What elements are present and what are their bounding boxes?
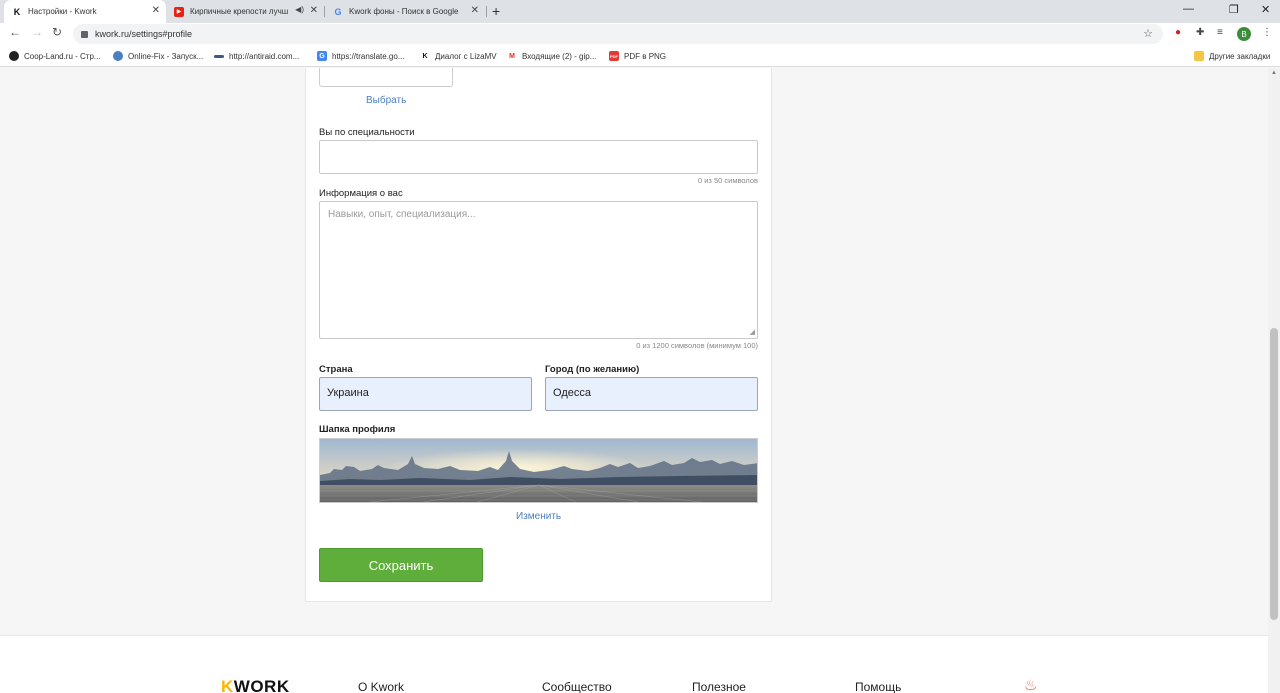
browser-toolbar: ← → ↻ kwork.ru/settings#profile ☆ ● ✚ ≡ … bbox=[0, 23, 1280, 45]
lock-icon bbox=[81, 30, 88, 38]
city-field[interactable]: Одесса bbox=[545, 377, 758, 411]
tab-youtube[interactable]: ▶ Кирпичные крепости лучш ◀) ✕ bbox=[166, 0, 324, 23]
extension-badge-icon[interactable]: ● bbox=[1175, 27, 1181, 38]
country-field[interactable]: Украина bbox=[319, 377, 532, 411]
footer-link-useful[interactable]: Полезное bbox=[692, 680, 746, 693]
bookmark-item[interactable]: Coop-Land.ru - Стр... bbox=[9, 50, 101, 62]
footer-link-about[interactable]: О Kwork bbox=[358, 680, 404, 693]
choose-avatar-link[interactable]: Выбрать bbox=[366, 95, 406, 106]
flame-icon: ♨ bbox=[1024, 677, 1038, 693]
city-label: Город (по желанию) bbox=[545, 364, 640, 375]
close-window-icon[interactable]: ✕ bbox=[1261, 3, 1270, 16]
google-icon: G bbox=[334, 6, 342, 17]
about-placeholder: Навыки, опыт, специализация... bbox=[328, 209, 476, 220]
url-text: kwork.ru/settings#profile bbox=[95, 29, 193, 39]
scrollbar-thumb[interactable] bbox=[1270, 328, 1278, 620]
site-footer: KWORK О Kwork Сообщество Полезное Помощь… bbox=[0, 635, 1268, 693]
antiraid-icon bbox=[214, 54, 224, 58]
bookmark-label: Coop-Land.ru - Стр... bbox=[24, 51, 101, 61]
specialty-label: Вы по специальности bbox=[319, 127, 415, 138]
specialty-input[interactable] bbox=[319, 140, 758, 174]
kwork-logo[interactable]: KWORK bbox=[221, 677, 290, 693]
resize-handle-icon[interactable]: ◢ bbox=[750, 328, 755, 336]
close-icon[interactable]: ✕ bbox=[471, 5, 479, 16]
coop-land-icon bbox=[9, 51, 19, 61]
tab-title: Настройки - Kwork bbox=[28, 7, 97, 16]
specialty-char-counter: 0 из 50 символов bbox=[697, 176, 758, 185]
reload-icon[interactable]: ↻ bbox=[52, 25, 62, 39]
country-label: Страна bbox=[319, 364, 353, 375]
menu-dots-icon[interactable]: ⋮ bbox=[1262, 27, 1272, 38]
bookmark-item[interactable]: Online-Fix - Запуск... bbox=[113, 50, 203, 62]
profile-header-label: Шапка профиля bbox=[319, 424, 396, 435]
footer-link-community[interactable]: Сообщество bbox=[542, 680, 612, 693]
tab-strip: K Настройки - Kwork ✕ ▶ Кирпичные крепос… bbox=[0, 0, 1280, 23]
profile-header-image bbox=[319, 438, 758, 503]
pdf-icon: PDF bbox=[609, 51, 619, 61]
other-bookmarks[interactable]: Другие закладки bbox=[1194, 50, 1270, 62]
new-tab-button[interactable]: + bbox=[492, 3, 500, 19]
speaker-icon[interactable]: ◀) bbox=[295, 5, 304, 14]
profile-avatar[interactable]: B bbox=[1237, 27, 1251, 41]
change-header-link[interactable]: Изменить bbox=[516, 511, 561, 522]
footer-link-help[interactable]: Помощь bbox=[855, 680, 901, 693]
media-queue-icon[interactable]: ≡ bbox=[1217, 27, 1223, 38]
city-skyline-image bbox=[320, 439, 757, 502]
avatar-upload-box[interactable] bbox=[319, 68, 453, 87]
bookmark-item[interactable]: G https://translate.go... bbox=[317, 50, 404, 62]
puzzle-icon[interactable]: ✚ bbox=[1196, 27, 1204, 38]
youtube-icon: ▶ bbox=[174, 6, 184, 17]
bookmark-label: http://antiraid.com... bbox=[229, 51, 300, 61]
folder-icon bbox=[1194, 51, 1204, 61]
bookmark-item[interactable]: M Входящие (2) - gip... bbox=[507, 50, 596, 62]
other-bookmarks-label: Другие закладки bbox=[1209, 51, 1271, 61]
close-icon[interactable]: ✕ bbox=[310, 5, 318, 16]
close-icon[interactable]: ✕ bbox=[152, 5, 160, 16]
kwork-icon: K bbox=[13, 6, 21, 17]
bookmark-star-icon[interactable]: ☆ bbox=[1143, 27, 1153, 40]
about-textarea[interactable]: Навыки, опыт, специализация... ◢ bbox=[319, 201, 758, 339]
online-fix-icon bbox=[113, 51, 123, 61]
bookmark-item[interactable]: http://antiraid.com... bbox=[214, 50, 299, 62]
tab-kwork-settings[interactable]: K Настройки - Kwork ✕ bbox=[4, 0, 166, 23]
tab-title: Кирпичные крепости лучш bbox=[190, 7, 289, 16]
page-scrollbar[interactable]: ▲ bbox=[1268, 68, 1280, 693]
address-bar[interactable]: kwork.ru/settings#profile ☆ bbox=[73, 24, 1163, 44]
bookmark-label: PDF в PNG bbox=[624, 51, 667, 61]
tab-divider bbox=[486, 6, 487, 17]
forward-icon[interactable]: → bbox=[31, 25, 43, 39]
bookmark-label: Online-Fix - Запуск... bbox=[128, 51, 204, 61]
translate-icon: G bbox=[317, 51, 327, 61]
bookmark-label: Диалог с LizaMV bbox=[435, 51, 497, 61]
about-label: Информация о вас bbox=[319, 188, 403, 199]
page-content: Выбрать Вы по специальности 0 из 50 симв… bbox=[0, 68, 1268, 693]
bookmark-item[interactable]: PDF PDF в PNG bbox=[609, 50, 666, 62]
minimize-icon[interactable]: — bbox=[1183, 3, 1194, 15]
back-icon[interactable]: ← bbox=[9, 25, 21, 39]
bookmark-item[interactable]: K Диалог с LizaMV bbox=[420, 50, 497, 62]
bookmark-label: https://translate.go... bbox=[332, 51, 405, 61]
save-button[interactable]: Сохранить bbox=[319, 548, 483, 582]
about-char-counter: 0 из 1200 символов (минимум 100) bbox=[636, 341, 758, 350]
gmail-icon: M bbox=[509, 52, 515, 60]
kwork-icon: K bbox=[422, 52, 428, 60]
bookmark-label: Входящие (2) - gip... bbox=[522, 51, 597, 61]
scroll-up-icon[interactable]: ▲ bbox=[1271, 70, 1277, 76]
restore-icon[interactable]: ❐ bbox=[1229, 3, 1239, 16]
tab-google-search[interactable]: G Kwork фоны - Поиск в Google ✕ bbox=[325, 0, 485, 23]
tab-title: Kwork фоны - Поиск в Google bbox=[349, 7, 459, 16]
bookmarks-bar: Coop-Land.ru - Стр... Online-Fix - Запус… bbox=[0, 45, 1280, 67]
